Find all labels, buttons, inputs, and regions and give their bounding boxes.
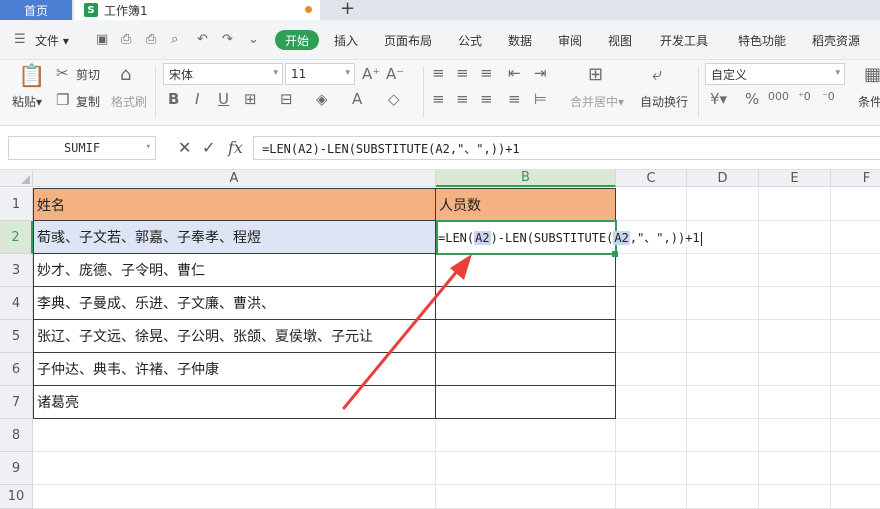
annotation-arrow <box>342 254 472 410</box>
arrow-shaft <box>342 268 460 410</box>
